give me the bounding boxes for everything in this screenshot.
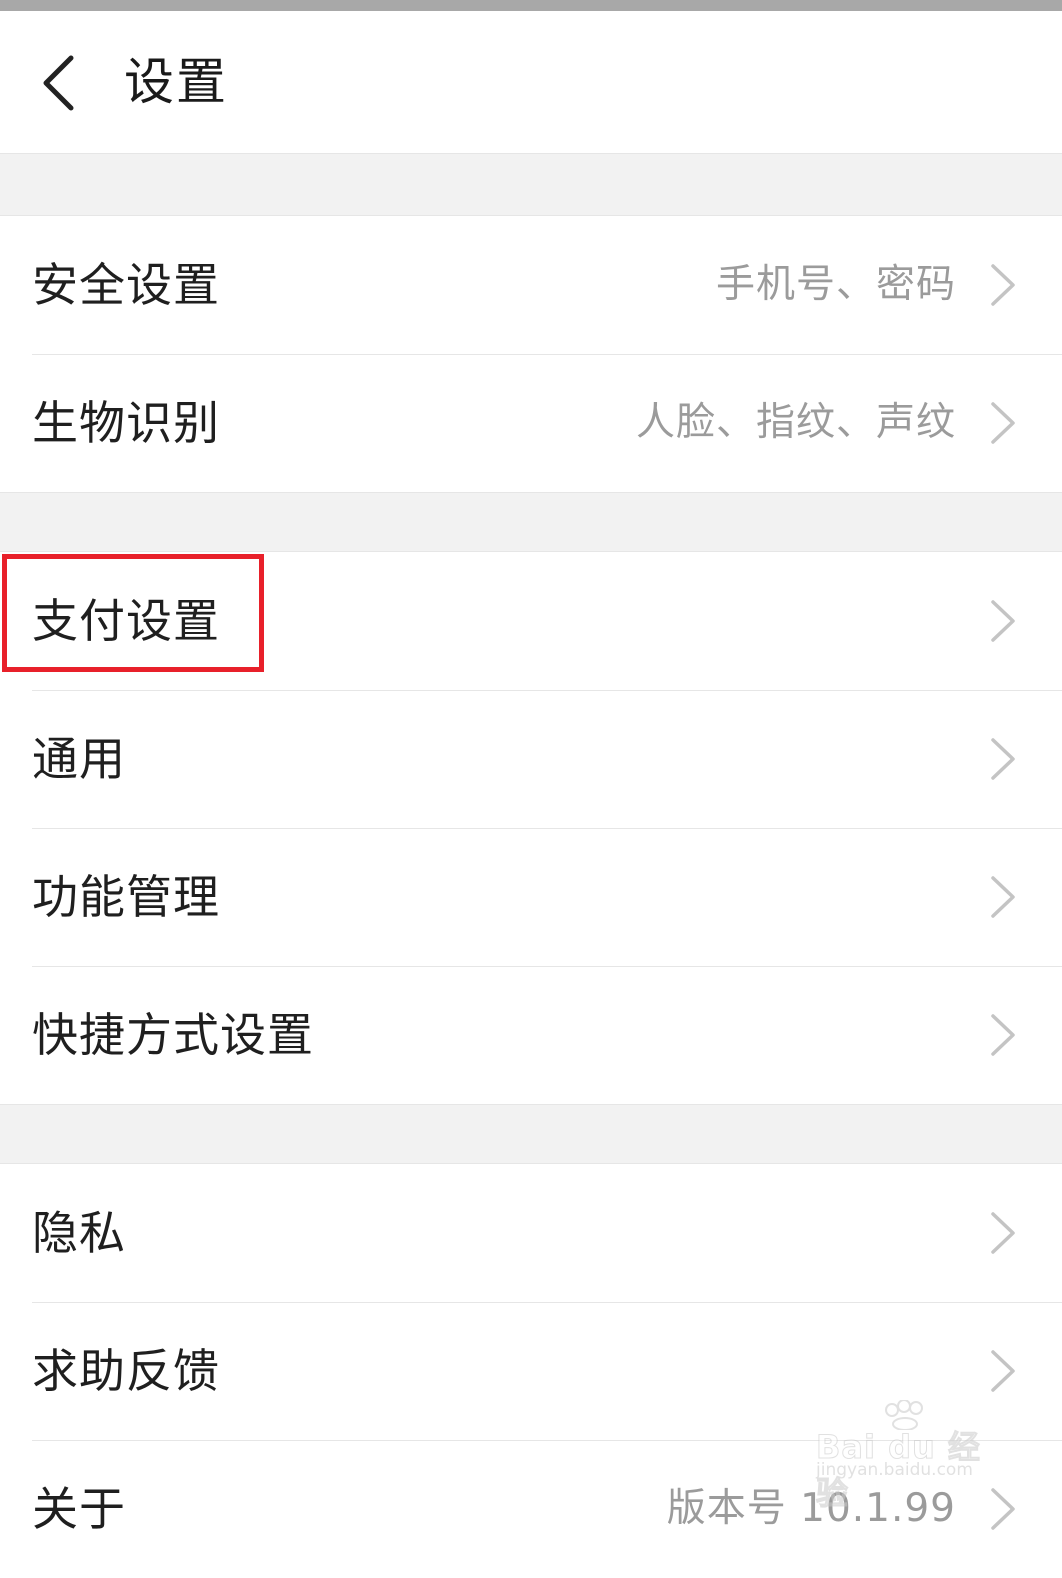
top-navigation-bar: 设置: [0, 11, 1062, 154]
baidu-jingyan-watermark: Bai du 经验 jingyan.baidu.com: [812, 1400, 1008, 1513]
watermark-url: jingyan.baidu.com: [816, 1460, 973, 1480]
row-value: 人脸、指纹、声纹: [635, 400, 956, 445]
row-label: 关于: [32, 1482, 126, 1536]
row-label: 快捷方式设置: [32, 1008, 314, 1062]
chevron-right-icon: [991, 402, 1015, 444]
row-value: 手机号、密码: [715, 262, 956, 307]
chevron-right-icon: [991, 876, 1015, 918]
settings-group-account: 安全设置 手机号、密码 生物识别 人脸、指纹、声纹: [0, 215, 1062, 493]
settings-row-general[interactable]: 通用: [0, 690, 1062, 828]
page-title: 设置: [124, 53, 228, 111]
row-label: 支付设置: [32, 594, 220, 648]
chevron-right-icon: [991, 738, 1015, 780]
settings-row-security[interactable]: 安全设置 手机号、密码: [0, 216, 1062, 354]
chevron-right-icon: [991, 600, 1015, 642]
settings-group-support: 隐私 求助反馈 关于 版本号 10.1.99: [0, 1163, 1062, 1578]
settings-row-payment[interactable]: 支付设置: [0, 552, 1062, 690]
settings-row-shortcuts[interactable]: 快捷方式设置: [0, 966, 1062, 1104]
chevron-right-icon: [991, 1014, 1015, 1056]
row-label: 功能管理: [32, 870, 220, 924]
settings-row-biometrics[interactable]: 生物识别 人脸、指纹、声纹: [0, 354, 1062, 492]
chevron-right-icon: [991, 1350, 1015, 1392]
settings-row-feature-management[interactable]: 功能管理: [0, 828, 1062, 966]
settings-group-features: 支付设置 通用 功能管理 快捷方式设置: [0, 551, 1062, 1105]
row-label: 求助反馈: [32, 1344, 220, 1398]
chevron-right-icon: [991, 1212, 1015, 1254]
row-label: 生物识别: [32, 396, 220, 450]
row-label: 通用: [32, 732, 126, 786]
row-label: 隐私: [32, 1206, 126, 1260]
chevron-left-icon: [43, 55, 74, 111]
back-button[interactable]: [24, 41, 94, 125]
status-bar-strip: [0, 0, 1062, 11]
chevron-right-icon: [991, 264, 1015, 306]
row-label: 安全设置: [32, 258, 220, 312]
settings-row-privacy[interactable]: 隐私: [0, 1164, 1062, 1302]
